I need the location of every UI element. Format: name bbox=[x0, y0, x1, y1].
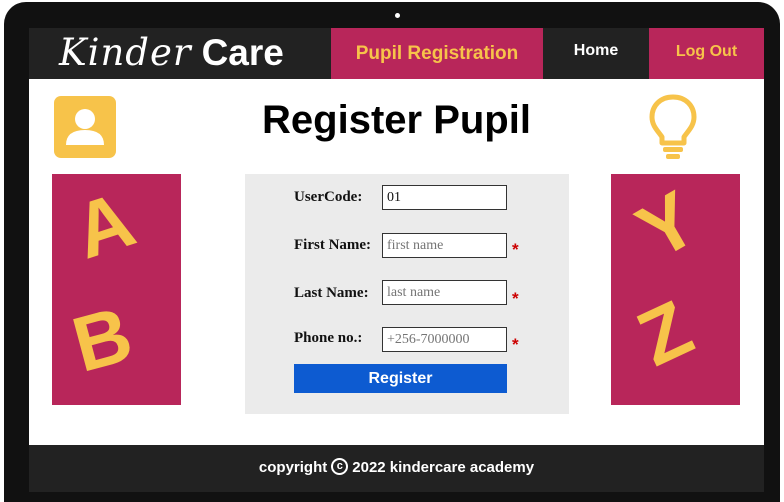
nav-pupil-registration[interactable]: Pupil Registration bbox=[331, 28, 543, 79]
top-navbar: Kinder Care Pupil Registration Home Log O… bbox=[29, 28, 764, 79]
last-name-label: Last Name: bbox=[294, 285, 369, 301]
letters-panel-right: Y Z bbox=[611, 174, 740, 405]
brand-second-word: Care bbox=[201, 32, 284, 73]
letters-panel-left: A B bbox=[52, 174, 181, 405]
copyright-icon: c bbox=[331, 458, 349, 476]
first-name-label: First Name: bbox=[294, 237, 372, 253]
register-button[interactable]: Register bbox=[294, 364, 507, 393]
letter-y: Y bbox=[622, 174, 712, 277]
usercode-field[interactable] bbox=[382, 185, 507, 210]
phone-label: Phone no.: bbox=[294, 330, 363, 346]
nav-home[interactable]: Home bbox=[543, 28, 649, 79]
brand-logo: Kinder Care bbox=[59, 29, 284, 79]
nav-logout[interactable]: Log Out bbox=[649, 28, 764, 79]
required-marker: * bbox=[512, 289, 519, 308]
usercode-label: UserCode: bbox=[294, 189, 363, 205]
last-name-field[interactable] bbox=[382, 280, 507, 305]
footer: copyright c 2022 kindercare academy bbox=[29, 445, 764, 492]
letter-b: B bbox=[63, 289, 141, 389]
letter-a: A bbox=[63, 174, 145, 276]
camera-dot bbox=[395, 13, 400, 18]
first-name-field[interactable] bbox=[382, 233, 507, 258]
screen: Kinder Care Pupil Registration Home Log O… bbox=[29, 28, 764, 492]
phone-field[interactable] bbox=[382, 327, 507, 352]
required-marker: * bbox=[512, 240, 519, 259]
letter-z: Z bbox=[624, 283, 706, 383]
brand-first-word: Kinder bbox=[59, 31, 192, 74]
required-marker: * bbox=[512, 335, 519, 354]
footer-copyright-word: copyright bbox=[258, 459, 328, 476]
lightbulb-icon bbox=[649, 94, 697, 159]
registration-form: UserCode: First Name: * Last Name: * Pho… bbox=[245, 174, 569, 414]
laptop-frame: Kinder Care Pupil Registration Home Log O… bbox=[4, 2, 780, 502]
footer-text: 2022 kindercare academy bbox=[352, 459, 535, 476]
